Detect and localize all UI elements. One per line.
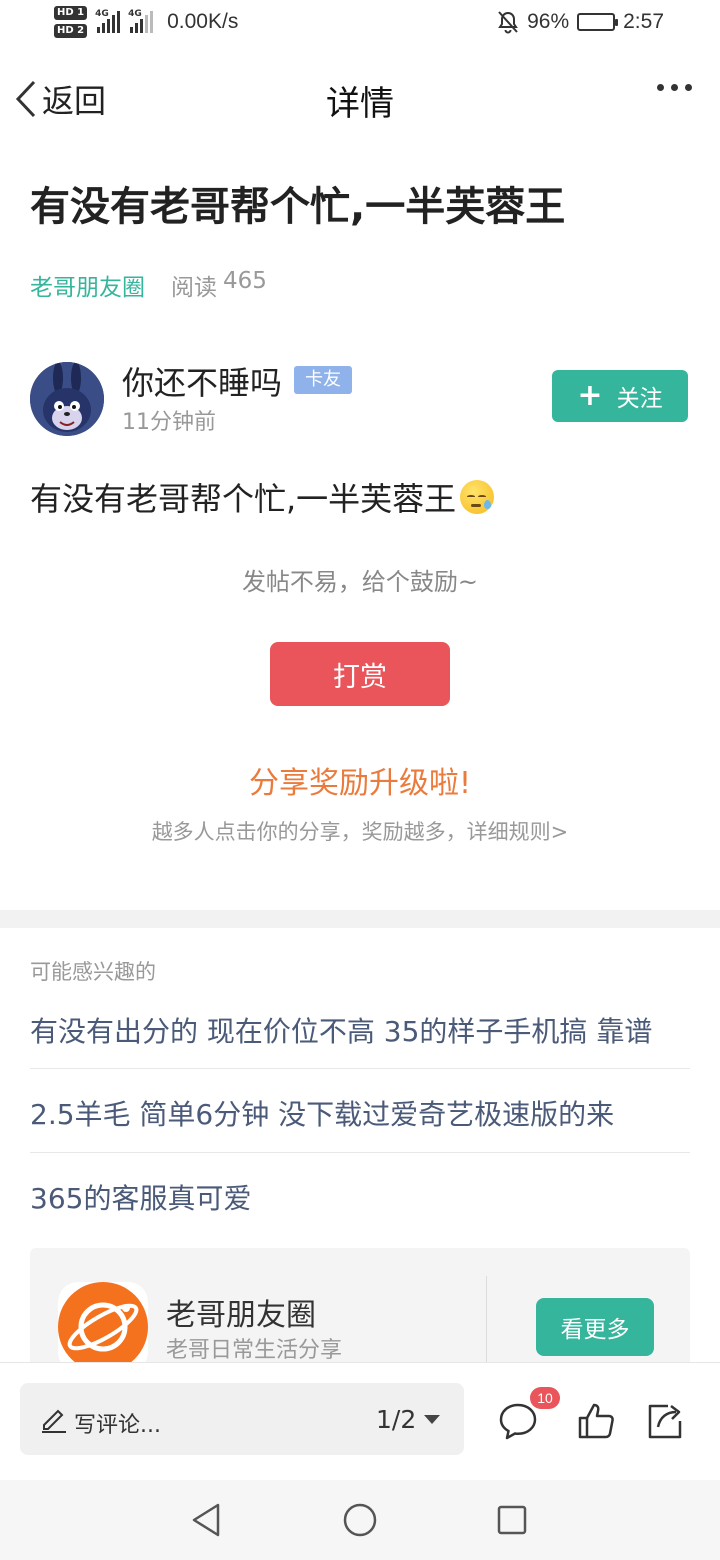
follow-label: 关注	[616, 386, 663, 412]
list-divider	[30, 1068, 690, 1069]
recommend-item[interactable]: 2.5羊毛 简单6分钟 没下载过爱奇艺极速版的来	[30, 1093, 690, 1133]
square-recent-icon[interactable]	[496, 1502, 528, 1538]
author-name[interactable]: 你还不睡吗	[122, 358, 282, 404]
circle-logo	[58, 1282, 148, 1372]
share-icon[interactable]	[646, 1401, 684, 1441]
post-time: 11分钟前	[122, 410, 216, 435]
read-count: 阅读 465	[171, 268, 267, 302]
read-label: 阅读	[171, 275, 217, 301]
recommend-item[interactable]: 365的客服真可爱	[30, 1177, 690, 1217]
network-1-label: 4G	[95, 9, 109, 19]
reward-label: 打赏	[333, 661, 387, 693]
section-divider	[0, 910, 720, 928]
recommend-header: 可能感兴趣的	[30, 960, 156, 984]
comment-placeholder: 写评论...	[74, 1413, 161, 1438]
thumbs-up-icon[interactable]	[576, 1401, 616, 1441]
avatar-image	[30, 362, 104, 436]
post-title: 有没有老哥帮个忙,一半芙蓉王	[30, 184, 566, 230]
hd2-badge: HD 2	[54, 24, 88, 38]
page-title: 详情	[326, 84, 394, 124]
pencil-icon	[42, 1409, 66, 1433]
signal-2-icon: 4G	[128, 9, 154, 33]
page-selector[interactable]: 1/2	[376, 1405, 441, 1434]
status-bar: HD 1 HD 2 4G 4G 0.00K/s 96% 2:57	[0, 0, 720, 50]
signal-1-icon: 4G	[95, 9, 121, 33]
more-button[interactable]	[657, 84, 692, 91]
caret-down-icon	[424, 1415, 441, 1424]
system-nav-bar	[0, 1480, 720, 1560]
planet-icon	[67, 1302, 139, 1352]
post-text: 有没有老哥帮个忙,一半芙蓉王	[30, 480, 457, 518]
triangle-back-icon[interactable]	[190, 1502, 222, 1538]
see-more-button[interactable]: 看更多	[536, 1298, 654, 1356]
post-meta: 老哥朋友圈 阅读 465	[30, 268, 267, 302]
page-indicator: 1/2	[376, 1405, 417, 1434]
reward-button[interactable]: 打赏	[270, 642, 450, 706]
circle-home-icon[interactable]	[342, 1502, 378, 1538]
recommend-item[interactable]: 有没有出分的 现在价位不高 35的样子手机搞 靠谱	[30, 1010, 690, 1050]
sweat-emoji-icon	[460, 480, 495, 514]
circle-link[interactable]: 老哥朋友圈	[30, 268, 145, 302]
share-reward-title: 分享奖励升级啦!	[248, 766, 472, 801]
more-dots-icon	[657, 84, 664, 91]
circle-card-title: 老哥朋友圈	[166, 1298, 316, 1333]
clock: 2:57	[623, 10, 664, 33]
nav-bar: 返回 详情	[0, 56, 720, 140]
comment-count-badge: 10	[530, 1387, 560, 1409]
hd1-badge: HD 1	[54, 6, 88, 20]
status-right: 96% 2:57	[497, 10, 664, 34]
plus-icon: +	[577, 378, 603, 413]
hd-indicators: HD 1 HD 2	[54, 6, 88, 38]
encourage-text: 发帖不易，给个鼓励~	[241, 568, 479, 596]
comment-bar: 写评论... 1/2 10	[0, 1362, 720, 1480]
follow-button[interactable]: + 关注	[552, 370, 688, 422]
comment-bubble-icon[interactable]	[498, 1401, 538, 1441]
circle-card-subtitle: 老哥日常生活分享	[166, 1338, 343, 1363]
circle-card[interactable]: 老哥朋友圈 老哥日常生活分享 看更多	[30, 1248, 690, 1380]
network-speed: 0.00K/s	[167, 10, 239, 33]
status-left: HD 1 HD 2 4G 4G 0.00K/s	[54, 6, 238, 38]
comment-input[interactable]: 写评论... 1/2	[20, 1383, 464, 1455]
avatar[interactable]	[30, 362, 104, 436]
post-content: 有没有老哥帮个忙,一半芙蓉王	[30, 474, 495, 520]
read-value: 465	[223, 268, 267, 294]
battery-icon	[577, 13, 619, 31]
see-more-label: 看更多	[560, 1317, 630, 1343]
card-separator	[486, 1276, 487, 1376]
list-divider	[30, 1152, 690, 1153]
user-badge: 卡友	[294, 366, 352, 394]
share-rules-link[interactable]: 越多人点击你的分享，奖励越多，详细规则>	[0, 816, 720, 846]
battery-percent: 96%	[527, 10, 570, 33]
network-2-label: 4G	[128, 9, 142, 19]
bell-off-icon	[498, 11, 518, 34]
